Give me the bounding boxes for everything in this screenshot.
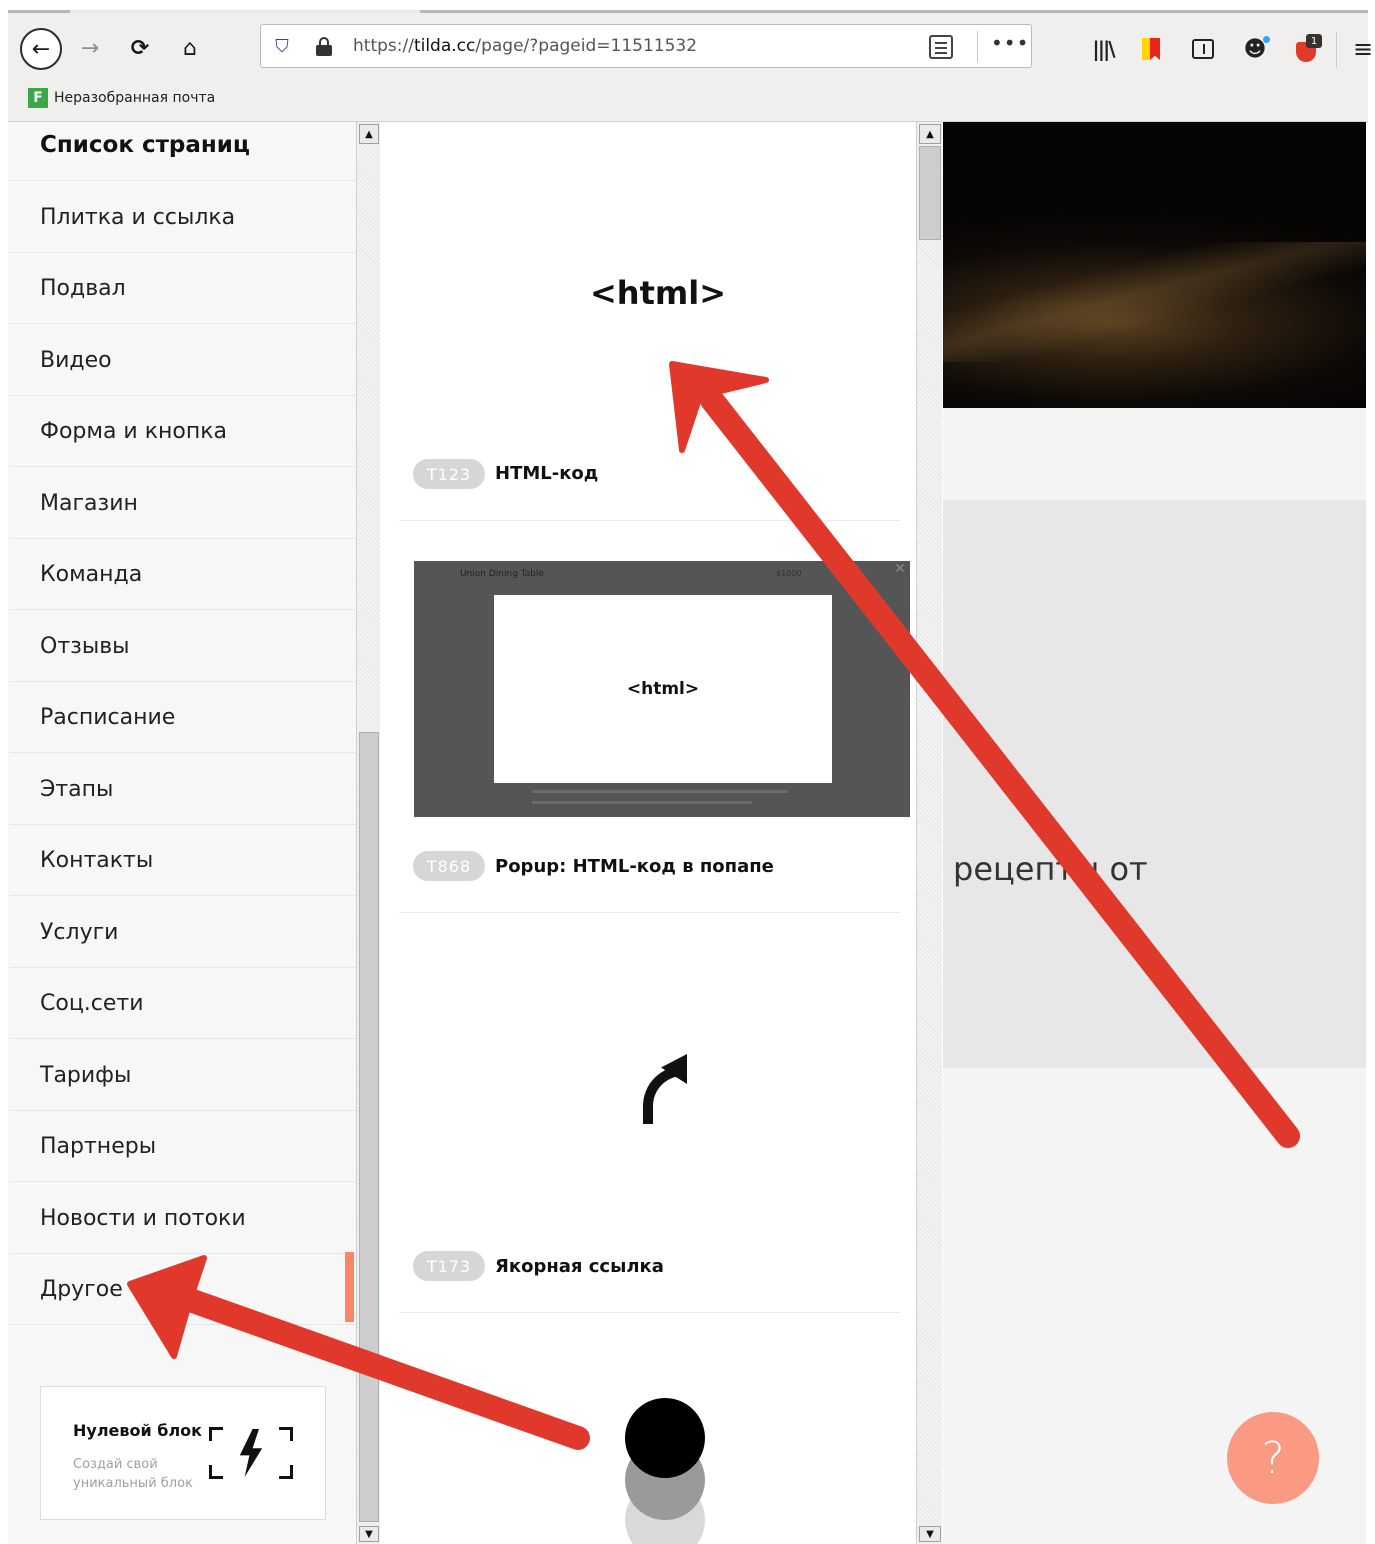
html-block-preview[interactable]: <html> bbox=[381, 274, 935, 312]
bookmark-label: Неразобранная почта bbox=[54, 90, 216, 106]
reload-button[interactable]: ⟳ bbox=[122, 30, 158, 66]
url-scheme: https:// bbox=[353, 36, 414, 56]
popup-block-preview[interactable]: Union Dining Table $1000 ✕ <html> bbox=[414, 561, 910, 817]
urlbar-divider bbox=[977, 31, 978, 63]
bookmark-flag-icon[interactable] bbox=[1136, 34, 1166, 64]
sidebar-item-services[interactable]: Услуги bbox=[10, 897, 356, 968]
popup-fine-text-line bbox=[532, 790, 788, 793]
sidebar-item-video[interactable]: Видео bbox=[10, 325, 356, 396]
home-button[interactable]: ⌂ bbox=[172, 30, 208, 66]
block-name[interactable]: Popup: HTML-код в попапе bbox=[495, 856, 774, 877]
popup-product-title: Union Dining Table bbox=[460, 569, 545, 579]
bookmark-favicon-icon: F bbox=[28, 88, 48, 108]
block-category-sidebar: Список страниц Плитка и ссылка Подвал Ви… bbox=[8, 122, 356, 1544]
sidebar-item-footer[interactable]: Подвал bbox=[10, 253, 356, 324]
sidebar-item-tiles[interactable]: Плитка и ссылка bbox=[10, 182, 356, 253]
sidebar-item-form[interactable]: Форма и кнопка bbox=[10, 396, 356, 467]
hamburger-menu-icon[interactable]: ≡ bbox=[1348, 34, 1375, 64]
hero-image bbox=[943, 122, 1366, 408]
lock-icon[interactable] bbox=[315, 37, 333, 56]
popup-fine-text-line bbox=[532, 801, 752, 804]
sidebar-item-news[interactable]: Новости и потоки bbox=[10, 1183, 356, 1254]
url-path: /page/?pageid=11511532 bbox=[475, 36, 698, 56]
preview-spacer bbox=[943, 408, 1366, 500]
block-divider bbox=[399, 912, 901, 913]
popup-close-icon: ✕ bbox=[894, 561, 906, 577]
scroll-up-arrow-icon[interactable]: ▲ bbox=[919, 124, 941, 144]
scrollbar-thumb[interactable] bbox=[919, 146, 941, 240]
zero-block-subtitle: Создай свой уникальный блок bbox=[73, 1457, 193, 1491]
scroll-up-arrow-icon[interactable]: ▲ bbox=[359, 124, 379, 144]
reader-view-icon[interactable] bbox=[929, 35, 953, 59]
addon-badge: 1 bbox=[1306, 34, 1322, 48]
sidebar-item-partners[interactable]: Партнеры bbox=[10, 1111, 356, 1182]
sidebar-item-contacts[interactable]: Контакты bbox=[10, 825, 356, 896]
zero-block-title: Нулевой блок bbox=[73, 1421, 203, 1440]
preview-heading: рецепты от bbox=[953, 850, 1148, 888]
block-name[interactable]: HTML-код bbox=[495, 463, 598, 484]
zero-block-bolt-icon bbox=[209, 1427, 293, 1479]
block-list: <html> T123 HTML-код Union Dining Table … bbox=[381, 122, 916, 1544]
sidebar-item-pricing[interactable]: Тарифы bbox=[10, 1040, 356, 1111]
popup-window: <html> bbox=[494, 595, 832, 783]
block-code-badge: T868 bbox=[413, 851, 485, 881]
loader-circle-dark bbox=[625, 1398, 705, 1478]
reload-icon: ⟳ bbox=[130, 35, 150, 61]
sidebar-item-schedule[interactable]: Расписание bbox=[10, 682, 356, 753]
scroll-down-arrow-icon[interactable]: ▼ bbox=[919, 1526, 941, 1542]
sidebar-toggle-icon[interactable] bbox=[1188, 34, 1218, 64]
back-button[interactable]: ← bbox=[20, 28, 62, 70]
block-list-scrollbar[interactable]: ▲ ▼ bbox=[916, 122, 942, 1544]
active-tab-indicator bbox=[70, 10, 420, 13]
sidebar-item-steps[interactable]: Этапы bbox=[10, 754, 356, 825]
page-actions-more-button[interactable]: ••• bbox=[991, 31, 1029, 55]
sidebar-item-reviews[interactable]: Отзывы bbox=[10, 611, 356, 682]
sidebar-item-social[interactable]: Соц.сети bbox=[10, 968, 356, 1039]
block-code-badge: T173 bbox=[413, 1251, 485, 1281]
help-button[interactable]: ? bbox=[1227, 1412, 1319, 1504]
url-text[interactable]: https://tilda.cc/page/?pageid=11511532 bbox=[353, 36, 697, 56]
sidebar-title: Список страниц bbox=[40, 132, 250, 158]
scroll-down-arrow-icon[interactable]: ▼ bbox=[359, 1526, 379, 1542]
anchor-link-arrow-icon[interactable] bbox=[643, 1054, 687, 1124]
arrow-right-icon: → bbox=[80, 35, 100, 61]
sidebar-item-shop[interactable]: Магазин bbox=[10, 468, 356, 539]
library-icon[interactable]: |||\ bbox=[1088, 34, 1118, 64]
page-preview: рецепты от ? bbox=[943, 122, 1366, 1544]
home-icon: ⌂ bbox=[183, 35, 197, 61]
block-name[interactable]: Якорная ссылка bbox=[495, 1256, 664, 1277]
url-domain: tilda.cc bbox=[413, 36, 476, 56]
sidebar-scrollbar[interactable]: ▲ ▼ bbox=[356, 122, 380, 1544]
block-code-badge: T123 bbox=[413, 459, 485, 489]
active-item-indicator bbox=[345, 1252, 354, 1322]
toolbar-divider bbox=[1336, 32, 1337, 68]
popup-html-label: <html> bbox=[626, 679, 700, 699]
browser-toolbar: ← → ⟳ ⌂ ⛉ https://tilda.cc/page/?pageid=… bbox=[8, 10, 1373, 122]
forward-button[interactable]: → bbox=[72, 30, 108, 66]
bookmark-inbox[interactable]: F Неразобранная почта bbox=[28, 88, 215, 108]
block-divider bbox=[399, 1312, 901, 1313]
zero-block-card[interactable]: Нулевой блок Создай свой уникальный блок bbox=[40, 1386, 326, 1520]
block-divider bbox=[399, 520, 901, 521]
tracking-protection-shield-icon[interactable]: ⛉ bbox=[271, 35, 293, 57]
sidebar-item-team[interactable]: Команда bbox=[10, 539, 356, 610]
arrow-left-icon: ← bbox=[31, 36, 51, 62]
sidebar-divider bbox=[10, 180, 356, 181]
account-icon[interactable]: ☻ bbox=[1240, 34, 1270, 64]
popup-product-price: $1000 bbox=[776, 569, 802, 578]
preview-gray-section: рецепты от bbox=[943, 500, 1366, 1068]
address-bar[interactable]: ⛉ https://tilda.cc/page/?pageid=11511532… bbox=[260, 24, 1032, 68]
addon-shield-icon[interactable]: 1 bbox=[1292, 34, 1322, 64]
scrollbar-thumb[interactable] bbox=[359, 732, 379, 1522]
sidebar-item-other[interactable]: Другое bbox=[10, 1254, 356, 1325]
